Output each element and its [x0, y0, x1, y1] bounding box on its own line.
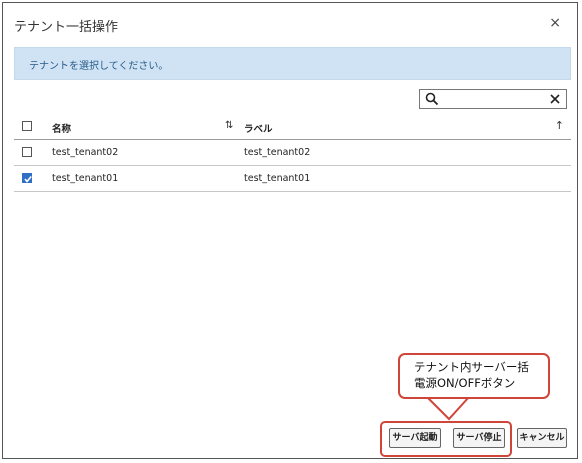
cancel-button[interactable]: キャンセル: [517, 428, 567, 448]
close-icon[interactable]: ×: [549, 16, 561, 30]
start-server-button[interactable]: サーバ起動: [389, 428, 441, 448]
table-row[interactable]: test_tenant02 test_tenant02: [14, 140, 571, 166]
info-message: テナントを選択してください。: [29, 61, 169, 72]
select-all-checkbox[interactable]: [22, 121, 32, 131]
checkmark-icon: [24, 175, 32, 183]
clear-icon[interactable]: [548, 92, 562, 106]
column-header-name[interactable]: 名称: [52, 121, 71, 135]
row-checkbox[interactable]: [22, 173, 32, 183]
search-input[interactable]: [442, 91, 542, 107]
tenant-label: test_tenant02: [244, 147, 311, 158]
sort-ascending-icon[interactable]: ↑: [555, 119, 564, 132]
sort-icon[interactable]: ⇅: [225, 120, 233, 131]
callout-line-1: テナント内サーバー括: [414, 360, 529, 374]
table-row[interactable]: test_tenant01 test_tenant01: [14, 166, 571, 192]
tenant-label: test_tenant01: [244, 173, 311, 184]
stop-server-button[interactable]: サーバ停止: [453, 428, 505, 448]
search-box: [419, 89, 567, 109]
tenant-name: test_tenant01: [52, 173, 119, 184]
search-icon: [425, 92, 439, 106]
dialog-title: テナント一括操作: [14, 20, 119, 35]
info-banner: テナントを選択してください。: [14, 47, 571, 80]
table-header: 名称 ⇅ ラベル ↑: [14, 114, 571, 140]
callout-line-2: 電源ON/OFFボタン: [414, 376, 516, 390]
tenant-table: 名称 ⇅ ラベル ↑ test_tenant02 test_tenant02 t…: [14, 114, 571, 192]
column-header-label[interactable]: ラベル: [244, 121, 273, 135]
tenant-name: test_tenant02: [52, 147, 119, 158]
bulk-operation-dialog: テナント一括操作 × テナントを選択してください。 名称 ⇅ ラベル ↑ tes…: [2, 2, 578, 459]
callout-bubble: テナント内サーバー括 電源ON/OFFボタン: [398, 353, 550, 399]
row-checkbox[interactable]: [22, 147, 32, 157]
